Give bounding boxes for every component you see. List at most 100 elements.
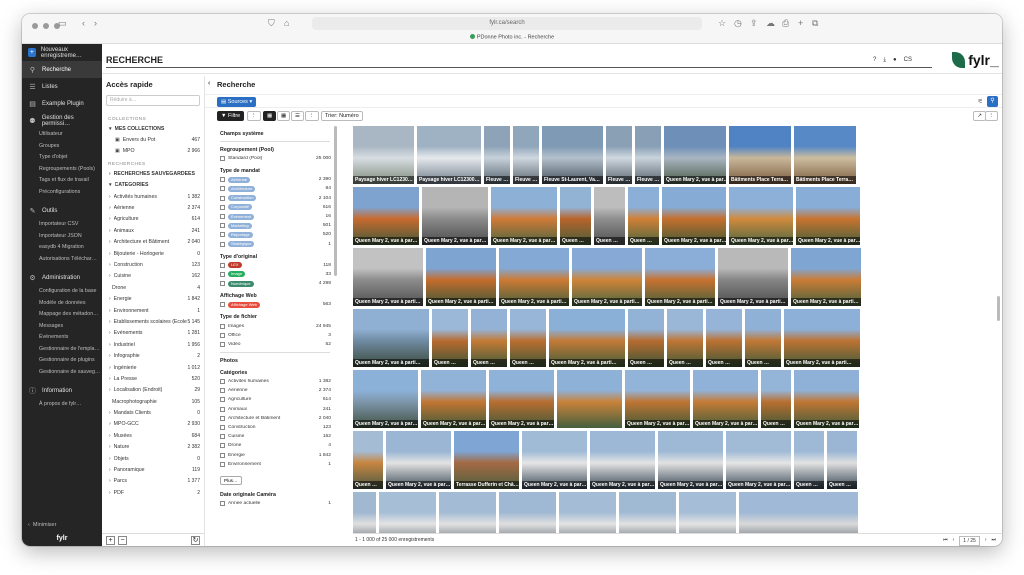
checkbox[interactable] [220, 425, 225, 431]
nav-subitem[interactable]: Mappage des métadon… [22, 309, 102, 321]
result-thumbnail[interactable]: Queen Mary 2, vue à par… [421, 370, 486, 428]
result-thumbnail[interactable]: Queen … [745, 309, 781, 367]
filter-option[interactable]: LEX 118 [217, 261, 333, 270]
nav-subitem[interactable]: Autorisations Téléchar… [22, 254, 102, 266]
more-button[interactable]: Plus… [220, 475, 242, 485]
category-item[interactable]: › Établissements scolaires (Écoles) 5 145 [102, 316, 204, 327]
category-item[interactable]: › PDF 2 [102, 487, 204, 498]
result-thumbnail[interactable] [679, 492, 736, 533]
category-item[interactable]: › Infographie 2 [102, 350, 204, 361]
category-item[interactable]: › Architecture et Bâtiment 2 040 [102, 237, 204, 248]
category-item[interactable]: › Panoramique 119 [102, 464, 204, 475]
filter-toggle-button[interactable]: ▼ Filtre [217, 111, 245, 121]
last-page-icon[interactable]: ⏭ [991, 534, 996, 546]
result-thumbnail[interactable]: Queen Mary 2, vue à parti… [791, 248, 861, 306]
result-thumbnail[interactable]: Queen Mary 2, vue à par… [353, 370, 418, 428]
result-thumbnail[interactable]: Terrasse Dufferin et Châ… [454, 431, 519, 489]
nav-subitem[interactable]: Tags et flux de travail [22, 175, 102, 187]
close-dot[interactable] [32, 23, 38, 29]
menu-icon[interactable]: — [990, 61, 999, 71]
category-item[interactable]: › Mandats Clients 0 [102, 407, 204, 418]
nav-subitem[interactable]: Gestionnaire de l'empla… [22, 344, 102, 356]
filter-option[interactable]: Activités humaines 1 382 [217, 377, 333, 386]
nav-search[interactable]: ⚲ Recherche [22, 61, 102, 78]
result-thumbnail[interactable] [499, 492, 556, 533]
filter-more-button[interactable]: ⋮ [247, 111, 261, 121]
checkbox[interactable] [220, 397, 225, 403]
checkbox[interactable] [220, 379, 225, 385]
result-thumbnail[interactable]: Queen Mary 2, vue à par… [522, 431, 587, 489]
result-thumbnail[interactable]: Bâtiments Place Terra… [794, 126, 856, 184]
result-thumbnail[interactable]: Queen … [667, 309, 703, 367]
checkbox[interactable] [220, 323, 225, 329]
filter-option[interactable]: Construction 123 [217, 423, 333, 432]
category-item[interactable]: › La Presse 520 [102, 373, 204, 384]
checkbox[interactable] [220, 406, 225, 412]
result-thumbnail[interactable]: Queen Mary 2, vue à parti… [426, 248, 496, 306]
category-item[interactable]: › Industriel 1 956 [102, 339, 204, 350]
checkbox[interactable] [220, 262, 225, 268]
next-page-icon[interactable]: › [985, 534, 987, 546]
grid-view-button[interactable]: ▦ [263, 111, 277, 121]
quick-access-filter-input[interactable]: Réduire à… [106, 95, 200, 106]
result-thumbnail[interactable]: Queen Mary 2, vue à par… [796, 187, 860, 245]
filter-option[interactable]: Aérienne 2 374 [217, 386, 333, 395]
result-thumbnail[interactable]: Queen Mary 2, vue à par… [662, 187, 726, 245]
filter-scrollbar[interactable] [334, 126, 337, 276]
filter-option[interactable]: Numérique 4 299 [217, 279, 333, 288]
nav-lists[interactable]: ☰ Listes [22, 78, 102, 95]
filter-option[interactable]: Office 3 [217, 331, 333, 340]
nav-subitem[interactable]: Type d'objet [22, 152, 102, 164]
search-button[interactable]: ⚲ [987, 96, 998, 107]
results-scrollbar[interactable] [997, 296, 1000, 321]
collection-item[interactable]: ▣ Envers du Pot 467 [102, 134, 204, 145]
checkbox[interactable] [220, 156, 225, 162]
result-thumbnail[interactable] [379, 492, 436, 533]
minimize-dot[interactable] [43, 23, 49, 29]
sort-button[interactable]: Trier: Numéro [321, 111, 363, 121]
result-thumbnail[interactable]: Queen … [706, 309, 742, 367]
checkbox[interactable] [220, 341, 225, 347]
categories-tree[interactable]: ▾ CATÉGORIES [102, 180, 204, 191]
result-thumbnail[interactable] [619, 492, 676, 533]
result-thumbnail[interactable]: Fleuve St-Laurent, Va… [542, 126, 603, 184]
nav-new-records[interactable]: + Nouveaux enregistreme… [22, 44, 102, 61]
result-thumbnail[interactable]: Bâtiments Place Terra… [729, 126, 791, 184]
result-thumbnail[interactable]: Fleuve … [484, 126, 510, 184]
search-options-icon[interactable]: ⚟ [978, 98, 983, 105]
nav-information[interactable]: ⓘ Information [22, 382, 102, 399]
category-item[interactable]: › MPO-GCC 2 930 [102, 419, 204, 430]
add-button[interactable]: + [106, 535, 115, 545]
result-thumbnail[interactable] [353, 492, 376, 533]
nav-subitem[interactable]: Gestionnaire de plugins [22, 355, 102, 367]
my-collections[interactable]: ▾ MES COLLECTIONS [102, 123, 204, 134]
result-thumbnail[interactable] [559, 492, 616, 533]
filter-option[interactable]: Agriculture 614 [217, 395, 333, 404]
saved-searches[interactable]: › RECHERCHES SAUVEGARDÉES [102, 168, 204, 179]
nav-subitem[interactable]: Utilisateur [22, 129, 102, 141]
result-thumbnail[interactable]: Queen … [761, 370, 791, 428]
category-item[interactable]: › Construction 123 [102, 259, 204, 270]
minimize-nav-button[interactable]: ‹ Minimiser [22, 518, 102, 532]
result-thumbnail[interactable]: Queen … [594, 187, 625, 245]
result-thumbnail[interactable]: Fleuve … [606, 126, 632, 184]
filter-option[interactable]: Vidéo 52 [217, 340, 333, 349]
result-thumbnail[interactable]: Queen Mary 2, vue à par… [658, 431, 723, 489]
nav-administration[interactable]: ⚙ Administration [22, 269, 102, 286]
forward-icon[interactable]: › [94, 18, 97, 28]
language-selector[interactable]: CS [904, 57, 912, 64]
category-item[interactable]: › Énergie 1 842 [102, 293, 204, 304]
shield-icon[interactable]: ⛉ [268, 18, 275, 29]
nav-subitem[interactable]: easydb 4 Migration [22, 242, 102, 254]
result-thumbnail[interactable]: Queen … [432, 309, 468, 367]
results-more-button[interactable]: ⋮ [984, 111, 998, 121]
prev-page-icon[interactable]: ‹ [953, 534, 955, 546]
sidebar-toggle-icon[interactable]: ▭ [58, 18, 67, 29]
filter-option[interactable]: Énergie 1 842 [217, 451, 333, 460]
tab-title[interactable]: PDonne Photo inc. - Recherche [22, 34, 1002, 41]
first-page-icon[interactable]: ⏮ [943, 534, 948, 546]
category-item[interactable]: › Musées 684 [102, 430, 204, 441]
nav-example-plugin[interactable]: ▤ Example Plugin [22, 95, 102, 112]
result-thumbnail[interactable]: Fleuve … [635, 126, 661, 184]
filter-option[interactable]: Événement 16 [217, 212, 333, 221]
